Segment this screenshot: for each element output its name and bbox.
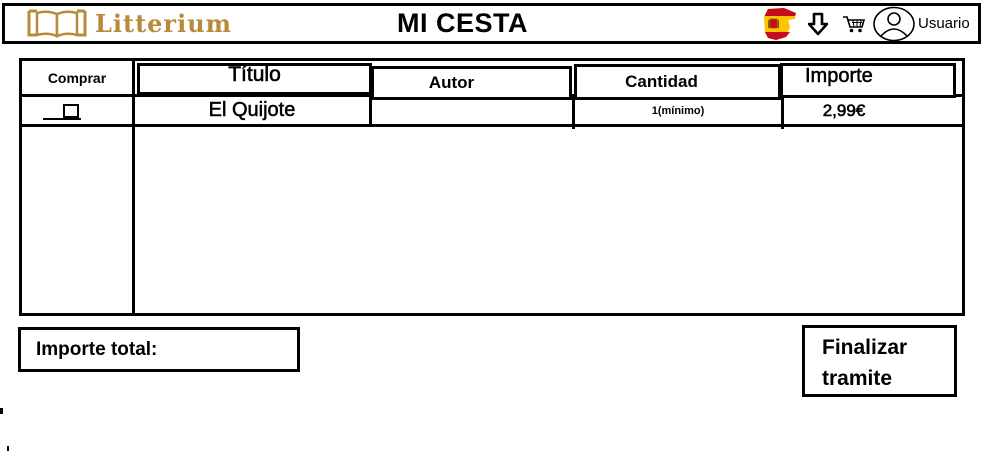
stray-mark bbox=[0, 408, 3, 414]
column-header-comprar: Comprar bbox=[47, 69, 107, 86]
page-title: MI CESTA bbox=[397, 8, 528, 38]
column-header-autor[interactable]: Autor bbox=[371, 66, 572, 100]
total-amount-box: Importe total: bbox=[18, 327, 300, 372]
column-header-cantidad[interactable]: Cantidad bbox=[574, 64, 781, 100]
column-header-titulo[interactable]: Título bbox=[137, 63, 372, 95]
book-logo-icon bbox=[25, 8, 89, 38]
spain-flag-icon[interactable] bbox=[762, 7, 798, 41]
finish-button-line1: Finalizar bbox=[822, 336, 908, 359]
finish-button-line2: tramite bbox=[822, 367, 893, 390]
table-row-importe: 2,99€ bbox=[822, 100, 866, 120]
table-row-titulo: El Quijote bbox=[208, 99, 296, 122]
user-menu[interactable]: Usuario bbox=[872, 6, 970, 42]
header-actions: Usuario bbox=[762, 6, 970, 41]
finish-checkout-button[interactable]: Finalizar tramite bbox=[802, 325, 957, 397]
total-label: Importe total: bbox=[36, 338, 158, 360]
column-header-importe[interactable]: Importe bbox=[780, 63, 956, 98]
item-row-divider bbox=[22, 124, 962, 127]
download-arrow-icon[interactable] bbox=[808, 12, 828, 36]
column-header-autor-label: Autor bbox=[428, 73, 475, 92]
user-label: Usuario bbox=[918, 15, 970, 32]
buy-checkbox[interactable] bbox=[63, 103, 79, 118]
column-header-importe-label: Importe bbox=[805, 65, 873, 88]
basket-table: Comprar Título Autor Cantidad Importe El… bbox=[19, 58, 965, 316]
cart-icon[interactable] bbox=[842, 14, 866, 34]
table-row-autor bbox=[372, 97, 572, 124]
logo-text: Litterium bbox=[95, 8, 233, 38]
column-header-cantidad-label: Cantidad bbox=[625, 72, 698, 91]
checkbox-underline bbox=[43, 118, 81, 120]
user-avatar-icon bbox=[872, 6, 916, 42]
logo[interactable]: Litterium bbox=[25, 8, 232, 38]
top-bar: Litterium MI CESTA Usuario bbox=[2, 3, 981, 44]
column-header-titulo-label: Título bbox=[228, 63, 281, 87]
stray-mark bbox=[7, 446, 9, 451]
table-row-cantidad[interactable]: 1(mínimo) bbox=[575, 97, 781, 124]
